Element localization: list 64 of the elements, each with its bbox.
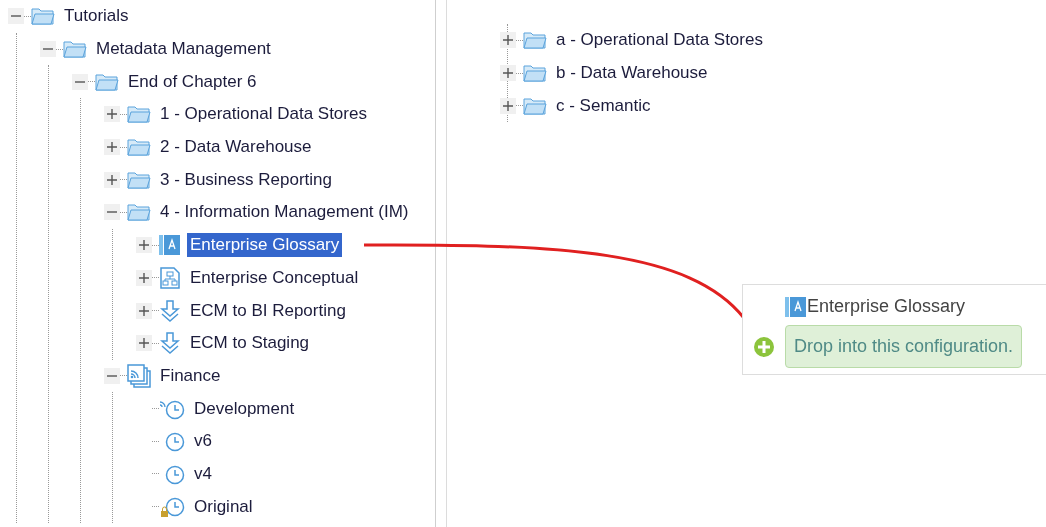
tree-item[interactable]: a - Operational Data Stores xyxy=(553,28,766,53)
expand-toggle[interactable] xyxy=(500,32,516,49)
collapse-toggle[interactable] xyxy=(72,73,88,90)
plus-icon xyxy=(502,34,514,47)
down-arrow-icon xyxy=(159,299,181,322)
tree-item[interactable]: 1 - Operational Data Stores xyxy=(157,102,370,127)
folder-icon xyxy=(95,71,119,92)
folder-icon xyxy=(127,202,151,223)
expand-toggle[interactable] xyxy=(136,269,152,286)
expand-toggle[interactable] xyxy=(104,106,120,123)
expand-toggle[interactable] xyxy=(500,65,516,82)
expand-toggle[interactable] xyxy=(104,139,120,156)
tree-item[interactable]: ECM to Staging xyxy=(187,331,313,356)
collapse-toggle[interactable] xyxy=(104,204,120,221)
tree-item[interactable]: Finance xyxy=(157,363,224,388)
folder-icon xyxy=(127,137,151,158)
down-arrow-icon xyxy=(159,332,181,355)
tree-item[interactable]: 4 - Information Management (IM) xyxy=(157,200,412,225)
tree-item[interactable]: End of Chapter 6 xyxy=(125,69,260,94)
tree-item[interactable]: Original xyxy=(191,494,256,519)
plus-icon xyxy=(138,304,150,317)
folder-icon xyxy=(523,63,547,84)
tree-item[interactable]: Development xyxy=(191,396,298,421)
add-icon xyxy=(753,335,775,358)
expand-toggle[interactable] xyxy=(136,335,152,352)
diagram-icon xyxy=(159,266,181,289)
plus-icon xyxy=(106,108,118,121)
tree-item[interactable]: Enterprise Conceptual xyxy=(187,265,362,290)
folder-icon xyxy=(31,6,55,27)
folder-icon xyxy=(127,169,151,190)
folder-icon xyxy=(127,104,151,125)
plus-icon xyxy=(138,239,150,252)
tree-item[interactable]: c - Semantic xyxy=(553,93,654,118)
stacked-pages-icon xyxy=(127,363,151,388)
locked-clock-icon xyxy=(159,495,185,518)
tree-item[interactable]: 3 - Business Reporting xyxy=(157,167,335,192)
folder-icon xyxy=(523,30,547,51)
plus-icon xyxy=(138,271,150,284)
tree-item[interactable]: Tutorials xyxy=(61,4,132,29)
plus-icon xyxy=(502,99,514,112)
tree-item[interactable]: b - Data Warehouse xyxy=(553,61,711,86)
folder-icon xyxy=(63,39,87,60)
plus-icon xyxy=(106,173,118,186)
plus-icon xyxy=(138,337,150,350)
plus-icon xyxy=(106,141,118,154)
tree-item[interactable]: v4 xyxy=(191,461,215,486)
tree-item[interactable]: v6 xyxy=(191,429,215,454)
collapse-toggle[interactable] xyxy=(8,8,24,25)
expand-toggle[interactable] xyxy=(500,97,516,114)
tree-item[interactable]: Enterprise Glossary xyxy=(187,233,343,258)
tree-item[interactable]: ECM to BI Reporting xyxy=(187,298,349,323)
collapse-toggle[interactable] xyxy=(40,41,56,58)
tree-item[interactable]: 2 - Data Warehouse xyxy=(157,135,315,160)
expand-toggle[interactable] xyxy=(136,237,152,254)
dragged-item-label: Enterprise Glossary xyxy=(807,295,966,318)
plus-icon xyxy=(502,67,514,80)
glossary-icon xyxy=(159,234,181,257)
expand-toggle[interactable] xyxy=(104,171,120,188)
tree-item[interactable]: Metadata Management xyxy=(93,37,274,62)
collapse-toggle[interactable] xyxy=(104,367,120,384)
drop-message: Drop into this configuration. xyxy=(785,325,1023,368)
glossary-icon xyxy=(785,295,807,318)
folder-icon xyxy=(523,95,547,116)
expand-toggle[interactable] xyxy=(136,302,152,319)
